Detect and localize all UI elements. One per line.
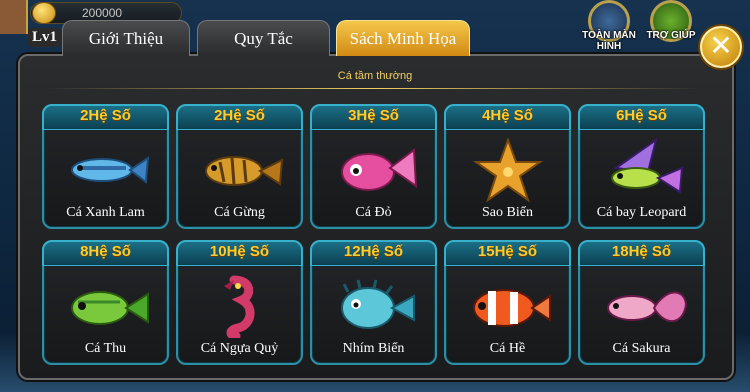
red-fish-icon	[341, 148, 418, 191]
fish-card[interactable]: 2Hệ Số Cá Gừng	[176, 104, 303, 229]
player-avatar[interactable]	[0, 0, 28, 34]
fish-name: Cá Gừng	[214, 205, 265, 220]
tab-rules[interactable]: Quy Tắc	[197, 20, 330, 56]
fish-card[interactable]: 8Hệ Số Cá Thu	[42, 240, 169, 365]
fish-name: Cá Xanh Lam	[66, 205, 145, 220]
fish-multiplier: 2Hệ Số	[214, 107, 265, 124]
fish-name: Cá Hề	[489, 341, 526, 356]
fish-name: Cá Thu	[84, 341, 127, 356]
close-icon: ✕	[709, 29, 733, 62]
fish-multiplier: 18Hệ Số	[611, 243, 672, 260]
leopard-flying-fish-icon	[611, 138, 684, 194]
clownfish-icon	[473, 289, 551, 327]
fish-name: Cá Đỏ	[355, 205, 392, 220]
full-screen-button[interactable]: TOÀN MÀN HÌNH	[580, 0, 638, 52]
coin-balance-value: 200000	[82, 6, 123, 20]
full-screen-label: TOÀN MÀN HÌNH	[582, 30, 636, 52]
fish-name: Cá Sakura	[612, 341, 671, 356]
tab-introduction[interactable]: Giới Thiệu	[62, 20, 190, 56]
sakura-fish-icon	[607, 291, 688, 322]
fish-name: Nhím Biển	[342, 341, 405, 356]
fish-multiplier: 3Hệ Số	[348, 107, 399, 124]
section-divider	[46, 88, 702, 89]
mackerel-fish-icon	[71, 291, 149, 325]
fish-multiplier: 12Hệ Số	[343, 243, 404, 260]
fish-multiplier: 6Hệ Số	[616, 107, 667, 124]
fish-card[interactable]: 2Hệ Số Cá Xanh Lam	[42, 104, 169, 229]
fish-name: Cá bay Leopard	[596, 205, 687, 220]
tab-illustrated-book[interactable]: Sách Minh Họa	[336, 20, 470, 56]
fish-multiplier: 8Hệ Số	[80, 243, 131, 260]
fish-multiplier: 15Hệ Số	[477, 243, 538, 260]
demon-seahorse-icon	[224, 275, 255, 338]
fish-multiplier: 4Hệ Số	[482, 107, 533, 124]
fish-card[interactable]: 3Hệ Số Cá Đỏ	[310, 104, 437, 229]
fish-card[interactable]: 15Hệ Số Cá Hề	[444, 240, 571, 365]
fish-card[interactable]: 12Hệ Số Nhím Biển	[310, 240, 437, 365]
fish-multiplier: 10Hệ Số	[209, 243, 270, 260]
fish-card[interactable]: 10Hệ Số Cá Ngựa Quỷ	[176, 240, 303, 365]
ginger-fish-icon	[205, 156, 284, 186]
fish-name: Cá Ngựa Quỷ	[200, 341, 279, 356]
fish-multiplier: 2Hệ Số	[80, 107, 131, 124]
help-button[interactable]: TRỢ GIÚP	[642, 0, 700, 52]
fish-card[interactable]: 4Hệ Số Sao Biển	[444, 104, 571, 229]
starfish-icon	[472, 138, 544, 202]
section-title: Cá tầm thường	[337, 70, 413, 82]
coin-icon	[32, 2, 56, 24]
fish-card[interactable]: 6Hệ Số Cá bay Leopard	[578, 104, 705, 229]
fish-card[interactable]: 18Hệ Số Cá Sakura	[578, 240, 705, 365]
sea-urchin-puffer-icon	[341, 279, 415, 329]
close-button[interactable]: ✕	[700, 26, 742, 68]
blue-fish-icon	[71, 156, 150, 184]
fish-name: Sao Biển	[482, 205, 533, 220]
player-level: Lv1	[28, 28, 62, 47]
help-label: TRỢ GIÚP	[646, 30, 696, 41]
